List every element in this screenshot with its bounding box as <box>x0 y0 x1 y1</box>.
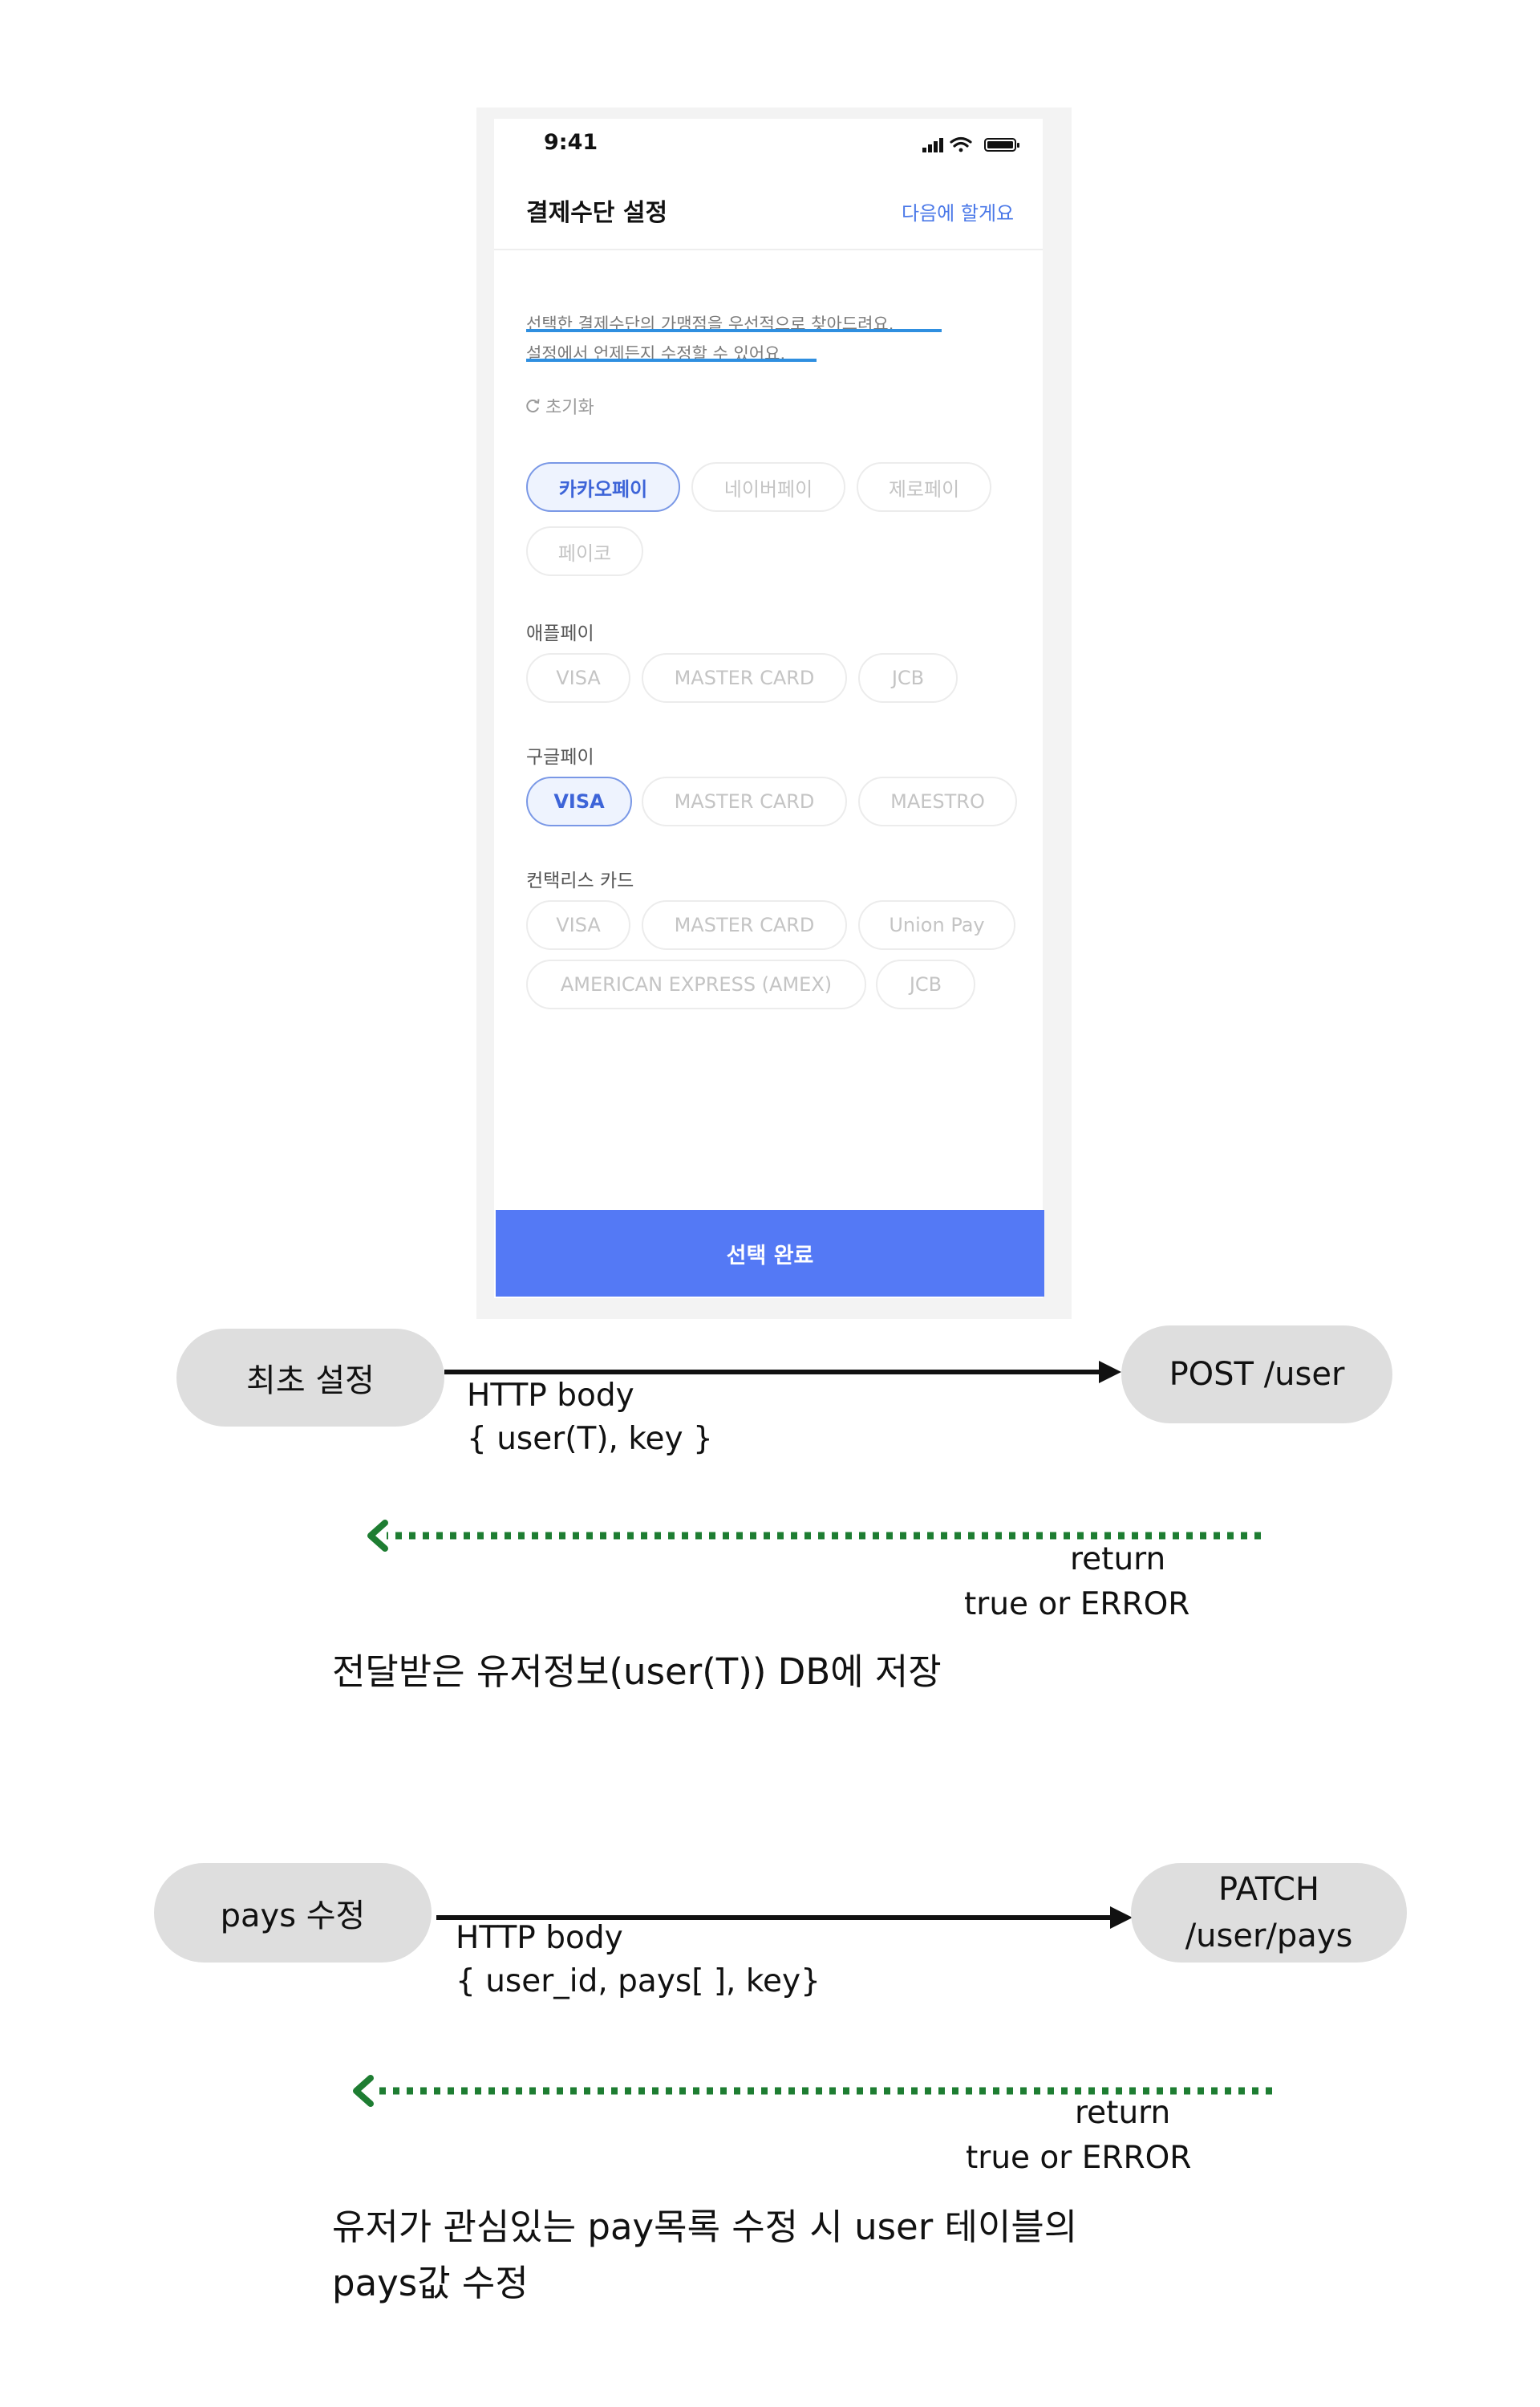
flow2-return-label-2: true or ERROR <box>966 2140 1192 2176</box>
flow1-return-label-1: return <box>1070 1541 1166 1577</box>
flow-arrows <box>353 1361 1272 2107</box>
flow1-client-node: 최초 설정 <box>176 1329 444 1427</box>
flow1-note: 전달받은 유저정보(user(T)) DB에 저장 <box>332 1650 942 1693</box>
flow2-request-label-2: { user_id, pays[ ], key} <box>456 1963 821 1999</box>
flow2-request-label-1: HTTP body <box>456 1920 623 1956</box>
flow1-server-node: POST /user <box>1121 1325 1392 1423</box>
flow1-request-label-1: HTTP body <box>467 1378 634 1414</box>
flow1-request-label-2: { user(T), key } <box>467 1421 713 1457</box>
flow2-server-node: PATCH /user/pays <box>1131 1863 1407 1963</box>
flow2-client-node: pays 수정 <box>154 1863 432 1963</box>
flow2-return-label-1: return <box>1075 2095 1171 2131</box>
flow2-note-line-2: pays값 수정 <box>332 2262 529 2304</box>
flow2-note-line-1: 유저가 관심있는 pay목록 수정 시 user 테이블의 <box>332 2206 1078 2248</box>
flow1-return-label-2: true or ERROR <box>964 1586 1190 1622</box>
